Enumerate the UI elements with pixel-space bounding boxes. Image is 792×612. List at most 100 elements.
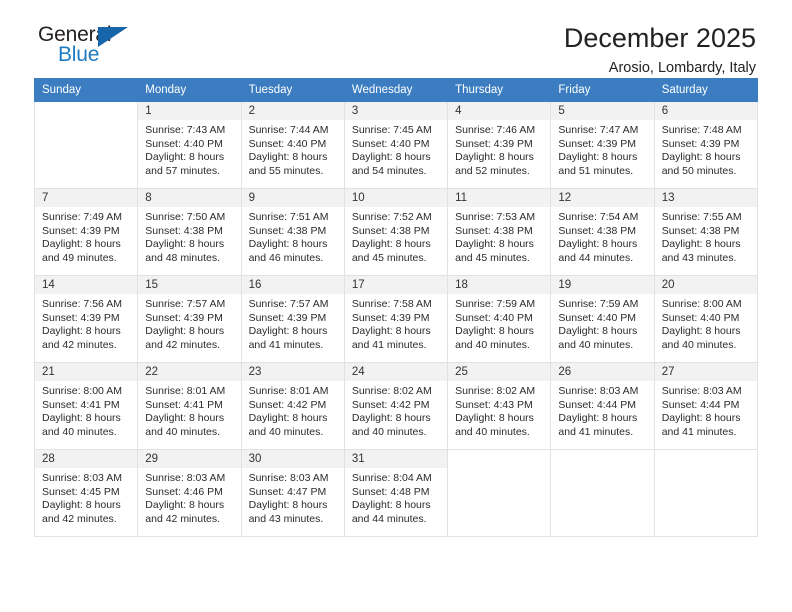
daylight-text-line2: and 55 minutes.	[248, 164, 324, 177]
calendar-day-cell[interactable]: 29 Sunrise: 8:03 AM Sunset: 4:46 PM Dayligh…	[137, 449, 242, 537]
daylight-text-line2: and 43 minutes.	[248, 512, 324, 525]
sunrise-text: Sunrise: 8:03 AM	[661, 385, 742, 397]
sunset-text: Sunset: 4:40 PM	[455, 311, 533, 324]
page-subtitle: Arosio, Lombardy, Italy	[608, 60, 756, 77]
sunrise-text: Sunrise: 8:01 AM	[248, 385, 329, 397]
brand-name-blue: Blue	[58, 43, 100, 66]
sunrise-text: Sunrise: 8:03 AM	[42, 472, 122, 484]
sunset-text: Sunset: 4:39 PM	[145, 311, 223, 324]
day-number	[551, 450, 654, 468]
daylight-text-line1: Daylight: 8 hours	[351, 238, 431, 251]
calendar-day-cell[interactable]: 28 Sunrise: 8:03 AM Sunset: 4:45 PM Dayligh…	[33, 449, 139, 537]
sunset-text: Sunset: 4:45 PM	[42, 485, 120, 498]
calendar-day-cell[interactable]: 2 Sunrise: 7:44 AM Sunset: 4:40 PM Daylight…	[240, 101, 345, 189]
calendar-day-cell[interactable]: 27 Sunrise: 8:03 AM Sunset: 4:44 PM Dayligh…	[653, 362, 759, 450]
day-number: 27	[654, 363, 757, 381]
sunrise-text: Sunrise: 8:02 AM	[351, 385, 432, 397]
day-info: Sunrise: 7:59 AM Sunset: 4:40 PM Daylight:…	[448, 294, 550, 352]
day-info: Sunrise: 7:50 AM Sunset: 4:38 PM Daylight:…	[138, 207, 240, 265]
sunrise-text: Sunrise: 7:49 AM	[42, 211, 122, 223]
calendar-day-cell[interactable]: 9 Sunrise: 7:51 AM Sunset: 4:38 PM Daylight…	[240, 188, 345, 276]
sunset-text: Sunset: 4:41 PM	[42, 398, 120, 411]
sunset-text: Sunset: 4:47 PM	[248, 485, 327, 498]
daylight-text-line2: and 45 minutes.	[351, 251, 427, 264]
daylight-text-line2: and 42 minutes.	[145, 512, 220, 525]
calendar-body: 1 Sunrise: 7:43 AM Sunset: 4:40 PM Daylight…	[33, 101, 759, 537]
day-number: 16	[241, 276, 344, 294]
day-info: Sunrise: 8:03 AM Sunset: 4:44 PM Daylight:…	[551, 381, 653, 439]
calendar-day-cell-empty	[447, 449, 552, 537]
triangle-icon	[98, 27, 128, 47]
day-info: Sunrise: 7:54 AM Sunset: 4:38 PM Daylight:…	[551, 207, 653, 265]
sunset-text: Sunset: 4:39 PM	[558, 137, 637, 150]
day-number: 26	[551, 363, 654, 381]
calendar-day-cell[interactable]: 16 Sunrise: 7:57 AM Sunset: 4:39 PM Dayligh…	[240, 275, 345, 363]
page-header: General Blue December 2025 Arosio, Lomba…	[34, 0, 758, 76]
day-info: Sunrise: 7:52 AM Sunset: 4:38 PM Daylight:…	[345, 207, 447, 265]
daylight-text-line1: Daylight: 8 hours	[145, 499, 225, 512]
sunrise-text: Sunrise: 7:51 AM	[248, 211, 329, 223]
calendar-day-cell[interactable]: 12 Sunrise: 7:54 AM Sunset: 4:38 PM Dayligh…	[550, 188, 655, 276]
calendar-day-cell[interactable]: 30 Sunrise: 8:03 AM Sunset: 4:47 PM Dayligh…	[240, 449, 345, 537]
calendar-day-cell[interactable]: 18 Sunrise: 7:59 AM Sunset: 4:40 PM Dayligh…	[447, 275, 552, 363]
daylight-text-line2: and 44 minutes.	[558, 251, 634, 264]
sunrise-text: Sunrise: 8:03 AM	[145, 472, 226, 484]
calendar-day-cell[interactable]: 11 Sunrise: 7:53 AM Sunset: 4:38 PM Dayligh…	[447, 188, 552, 276]
day-info: Sunrise: 7:49 AM Sunset: 4:39 PM Daylight:…	[35, 207, 137, 265]
page-title: December 2025	[563, 23, 756, 53]
day-info: Sunrise: 8:02 AM Sunset: 4:42 PM Daylight:…	[345, 381, 447, 439]
daylight-text-line2: and 41 minutes.	[248, 338, 324, 351]
calendar-day-cell[interactable]: 22 Sunrise: 8:01 AM Sunset: 4:41 PM Dayligh…	[137, 362, 242, 450]
daylight-text-line1: Daylight: 8 hours	[248, 325, 328, 338]
calendar-day-cell[interactable]: 21 Sunrise: 8:00 AM Sunset: 4:41 PM Dayligh…	[33, 362, 139, 450]
calendar-day-cell[interactable]: 14 Sunrise: 7:56 AM Sunset: 4:39 PM Dayligh…	[33, 275, 139, 363]
daylight-text-line1: Daylight: 8 hours	[351, 499, 431, 512]
calendar-day-cell[interactable]: 1 Sunrise: 7:43 AM Sunset: 4:40 PM Daylight…	[137, 101, 242, 189]
calendar-day-cell[interactable]: 17 Sunrise: 7:58 AM Sunset: 4:39 PM Dayligh…	[343, 275, 449, 363]
day-info: Sunrise: 7:51 AM Sunset: 4:38 PM Daylight:…	[242, 207, 344, 265]
calendar-day-cell[interactable]: 3 Sunrise: 7:45 AM Sunset: 4:40 PM Daylight…	[343, 101, 449, 189]
sunrise-text: Sunrise: 7:54 AM	[558, 211, 639, 223]
daylight-text-line1: Daylight: 8 hours	[248, 412, 328, 425]
day-info: Sunrise: 7:53 AM Sunset: 4:38 PM Daylight:…	[448, 207, 550, 265]
calendar-day-cell[interactable]: 23 Sunrise: 8:01 AM Sunset: 4:42 PM Dayligh…	[240, 362, 345, 450]
day-number: 17	[344, 276, 448, 294]
calendar-page: General Blue December 2025 Arosio, Lomba…	[0, 0, 792, 612]
calendar-day-cell[interactable]: 25 Sunrise: 8:02 AM Sunset: 4:43 PM Dayligh…	[447, 362, 552, 450]
daylight-text-line1: Daylight: 8 hours	[455, 412, 534, 425]
calendar-day-cell[interactable]: 7 Sunrise: 7:49 AM Sunset: 4:39 PM Daylight…	[33, 188, 139, 276]
day-number: 14	[35, 276, 138, 294]
daylight-text-line2: and 40 minutes.	[42, 425, 117, 438]
sunrise-text: Sunrise: 7:48 AM	[661, 124, 742, 136]
sunset-text: Sunset: 4:41 PM	[145, 398, 223, 411]
brand-logo[interactable]: General Blue	[34, 24, 154, 72]
calendar-day-cell[interactable]: 4 Sunrise: 7:46 AM Sunset: 4:39 PM Daylight…	[447, 101, 552, 189]
title-block: December 2025 Arosio, Lombardy, Italy	[563, 23, 758, 77]
calendar-day-cell[interactable]: 19 Sunrise: 7:59 AM Sunset: 4:40 PM Dayligh…	[550, 275, 655, 363]
calendar-day-cell[interactable]: 26 Sunrise: 8:03 AM Sunset: 4:44 PM Dayligh…	[550, 362, 655, 450]
weekday-header-saturday: Saturday	[653, 78, 759, 102]
calendar-day-cell[interactable]: 6 Sunrise: 7:48 AM Sunset: 4:39 PM Daylight…	[653, 101, 759, 189]
calendar-day-cell[interactable]: 13 Sunrise: 7:55 AM Sunset: 4:38 PM Dayligh…	[653, 188, 759, 276]
daylight-text-line2: and 40 minutes.	[248, 425, 324, 438]
sunset-text: Sunset: 4:38 PM	[455, 224, 533, 237]
day-number: 13	[654, 189, 757, 207]
daylight-text-line1: Daylight: 8 hours	[455, 238, 534, 251]
sunset-text: Sunset: 4:39 PM	[248, 311, 327, 324]
calendar-day-cell[interactable]: 31 Sunrise: 8:04 AM Sunset: 4:48 PM Dayligh…	[343, 449, 449, 537]
day-info: Sunrise: 7:46 AM Sunset: 4:39 PM Daylight:…	[448, 120, 550, 178]
daylight-text-line1: Daylight: 8 hours	[248, 499, 328, 512]
day-info: Sunrise: 7:56 AM Sunset: 4:39 PM Daylight:…	[35, 294, 137, 352]
sunrise-text: Sunrise: 7:52 AM	[351, 211, 432, 223]
calendar-day-cell[interactable]: 8 Sunrise: 7:50 AM Sunset: 4:38 PM Daylight…	[137, 188, 242, 276]
calendar-day-cell[interactable]: 15 Sunrise: 7:57 AM Sunset: 4:39 PM Dayligh…	[137, 275, 242, 363]
sunrise-text: Sunrise: 7:59 AM	[455, 298, 536, 310]
daylight-text-line2: and 50 minutes.	[661, 164, 737, 177]
daylight-text-line2: and 49 minutes.	[42, 251, 117, 264]
calendar-day-cell[interactable]: 10 Sunrise: 7:52 AM Sunset: 4:38 PM Dayligh…	[343, 188, 449, 276]
calendar-day-cell[interactable]: 20 Sunrise: 8:00 AM Sunset: 4:40 PM Dayligh…	[653, 275, 759, 363]
calendar-day-cell[interactable]: 24 Sunrise: 8:02 AM Sunset: 4:42 PM Dayligh…	[343, 362, 449, 450]
calendar-day-cell[interactable]: 5 Sunrise: 7:47 AM Sunset: 4:39 PM Daylight…	[550, 101, 655, 189]
day-number: 11	[448, 189, 551, 207]
daylight-text-line1: Daylight: 8 hours	[661, 151, 741, 164]
